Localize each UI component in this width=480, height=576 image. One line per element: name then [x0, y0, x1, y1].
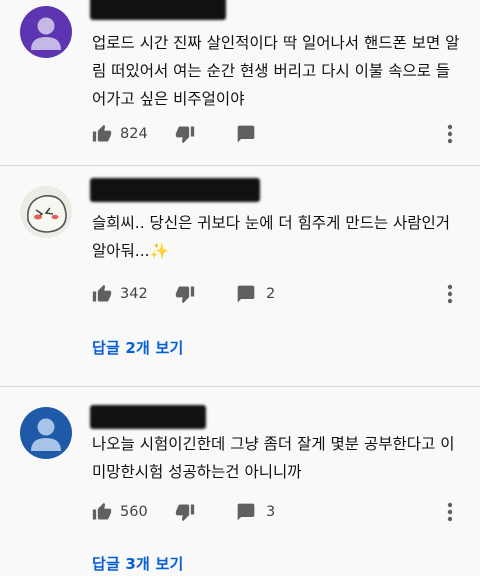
view-replies-link[interactable]: 답글 3개 보기 — [92, 553, 183, 574]
reply-button[interactable]: 3 — [236, 498, 275, 526]
comment-item: 나오늘 시험이긴한데 그냥 좀더 잘게 몇분 공부한다고 이미망한시험 성공하는… — [0, 387, 480, 576]
more-options-icon[interactable] — [440, 282, 460, 306]
comment-text: 업로드 시간 진짜 살인적이다 딱 일어나서 핸드폰 보면 알림 떠있어서 여는… — [92, 34, 460, 108]
avatar[interactable] — [20, 407, 72, 459]
avatar[interactable] — [20, 6, 72, 58]
reply-count: 2 — [266, 286, 276, 302]
reply-button[interactable]: 2 — [236, 280, 275, 308]
doodle-avatar-icon — [20, 186, 72, 238]
more-options-icon[interactable] — [440, 500, 460, 524]
comment-icon — [237, 125, 255, 143]
thumbs-up-icon — [92, 124, 112, 142]
comment-actions: 342 2 — [92, 280, 472, 308]
thumbs-down-icon — [175, 504, 195, 522]
dislike-button[interactable] — [175, 280, 195, 308]
like-count: 824 — [120, 126, 148, 142]
dislike-button[interactable] — [175, 120, 195, 148]
like-count: 342 — [120, 286, 148, 302]
view-replies-link[interactable]: 답글 2개 보기 — [92, 337, 183, 358]
comment-icon — [237, 285, 255, 303]
comment-actions: 824 — [92, 120, 472, 148]
comment-text: 슬희씨.. 당신은 귀보다 눈에 더 힘주게 만드는 사람인거 알아둬...✨ — [92, 214, 456, 260]
avatar[interactable] — [20, 186, 72, 238]
comment-item: 업로드 시간 진짜 살인적이다 딱 일어나서 핸드폰 보면 알림 떠있어서 여는… — [0, 0, 480, 160]
like-count: 560 — [120, 504, 148, 520]
reply-count: 3 — [266, 504, 276, 520]
thumbs-up-icon — [92, 502, 112, 520]
more-options-icon[interactable] — [440, 122, 460, 146]
author-name-redacted — [90, 405, 206, 429]
user-avatar-icon — [20, 407, 72, 459]
author-name-redacted — [90, 0, 226, 20]
reply-button[interactable] — [236, 120, 256, 148]
comment-text: 나오늘 시험이긴한데 그냥 좀더 잘게 몇분 공부한다고 이미망한시험 성공하는… — [92, 435, 455, 481]
comment-icon — [237, 503, 255, 521]
like-button[interactable]: 824 — [92, 120, 148, 148]
thumbs-down-icon — [175, 286, 195, 304]
user-avatar-icon — [20, 6, 72, 58]
thumbs-down-icon — [175, 126, 195, 144]
like-button[interactable]: 342 — [92, 280, 148, 308]
author-name-redacted — [90, 178, 260, 202]
like-button[interactable]: 560 — [92, 498, 148, 526]
comment-actions: 560 3 — [92, 498, 472, 526]
dislike-button[interactable] — [175, 498, 195, 526]
thumbs-up-icon — [92, 284, 112, 302]
comment-item: 슬희씨.. 당신은 귀보다 눈에 더 힘주게 만드는 사람인거 알아둬...✨ … — [0, 166, 480, 386]
